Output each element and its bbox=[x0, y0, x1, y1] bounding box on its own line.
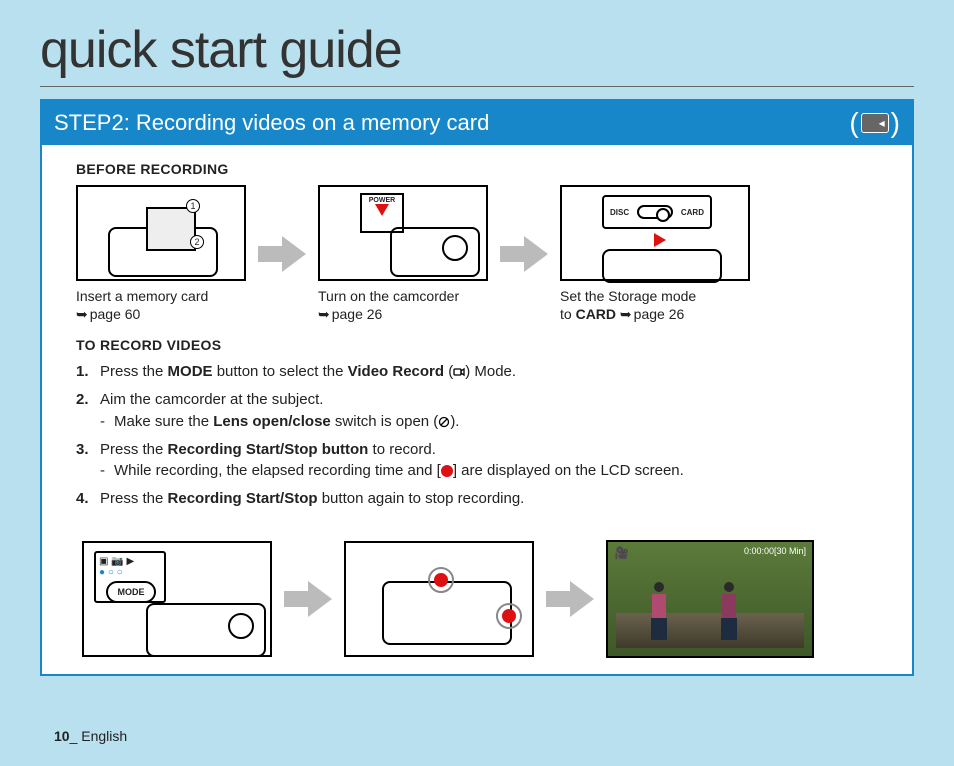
before-col-3: DISC CARD Set the Storage mode to CARD p… bbox=[560, 185, 750, 323]
video-mode-icon: 🎥 bbox=[614, 546, 629, 560]
before-heading: BEFORE RECORDING bbox=[76, 161, 878, 177]
page-title: quick start guide bbox=[40, 20, 914, 87]
before-col-1: 1 2 Insert a memory card page 60 bbox=[76, 185, 246, 323]
caption-insert-card: Insert a memory card page 60 bbox=[76, 287, 208, 323]
step-2: 2. Aim the camcorder at the subject. Mak… bbox=[76, 389, 878, 433]
mode-badge-wrap: ( ) bbox=[849, 107, 900, 139]
record-button-icon bbox=[428, 567, 454, 593]
video-mode-icon bbox=[453, 366, 465, 378]
illustration-record-button bbox=[344, 541, 534, 657]
arrow-right-icon bbox=[258, 234, 306, 274]
page-number: 10 bbox=[54, 728, 70, 744]
arrow-right-icon bbox=[500, 234, 548, 274]
caption-storage-mode: Set the Storage mode to CARD page 26 bbox=[560, 287, 696, 323]
illustration-insert-card: 1 2 bbox=[76, 185, 246, 281]
arrow-right-icon bbox=[546, 579, 594, 619]
bottom-row: ▣ 📷 ▶ ● ○ ○ MODE bbox=[76, 540, 878, 658]
step-4: 4. Press the Recording Start/Stop button… bbox=[76, 488, 878, 510]
before-row: 1 2 Insert a memory card page 60 PO bbox=[76, 185, 878, 323]
pageref-26a: page 26 bbox=[318, 306, 382, 322]
page-footer: 10_ English bbox=[54, 728, 127, 744]
panel-body: BEFORE RECORDING 1 2 Insert a memory car… bbox=[42, 145, 912, 674]
step-1: 1. Press the MODE button to select the V… bbox=[76, 361, 878, 383]
caption-power-on: Turn on the camcorder page 26 bbox=[318, 287, 459, 323]
instructions-list: 1. Press the MODE button to select the V… bbox=[76, 361, 878, 510]
step-header-bar: STEP2: Recording videos on a memory card… bbox=[42, 101, 912, 145]
paren-open: ( bbox=[849, 107, 858, 139]
callout-1: 1 bbox=[186, 199, 200, 213]
record-heading: TO RECORD VIDEOS bbox=[76, 337, 878, 353]
callout-2: 2 bbox=[190, 235, 204, 249]
paren-close: ) bbox=[891, 107, 900, 139]
illustration-power-on: POWER bbox=[318, 185, 488, 281]
footer-language: English bbox=[81, 728, 127, 744]
step-2-sub: Make sure the Lens open/close switch is … bbox=[100, 411, 878, 433]
illustration-storage-mode: DISC CARD bbox=[560, 185, 750, 281]
step-3-sub: While recording, the elapsed recording t… bbox=[100, 460, 878, 482]
pageref-26b: page 26 bbox=[620, 306, 684, 322]
record-button-icon bbox=[496, 603, 522, 629]
arrow-right-icon bbox=[284, 579, 332, 619]
lcd-preview: 🎥 0:00:00[30 Min] bbox=[606, 540, 814, 658]
step-3: 3. Press the Recording Start/Stop button… bbox=[76, 439, 878, 483]
card-mode-icon bbox=[861, 113, 889, 133]
lcd-time: 0:00:00[30 Min] bbox=[744, 546, 806, 556]
record-dot-icon bbox=[441, 465, 453, 477]
lens-open-icon bbox=[438, 416, 450, 428]
document-page: quick start guide STEP2: Recording video… bbox=[40, 20, 914, 676]
before-col-2: POWER Turn on the camcorder page 26 bbox=[318, 185, 488, 323]
step-panel: STEP2: Recording videos on a memory card… bbox=[40, 99, 914, 676]
step-header-text: STEP2: Recording videos on a memory card bbox=[54, 110, 489, 136]
illustration-mode-button: ▣ 📷 ▶ ● ○ ○ MODE bbox=[82, 541, 272, 657]
pageref-60: page 60 bbox=[76, 306, 140, 322]
